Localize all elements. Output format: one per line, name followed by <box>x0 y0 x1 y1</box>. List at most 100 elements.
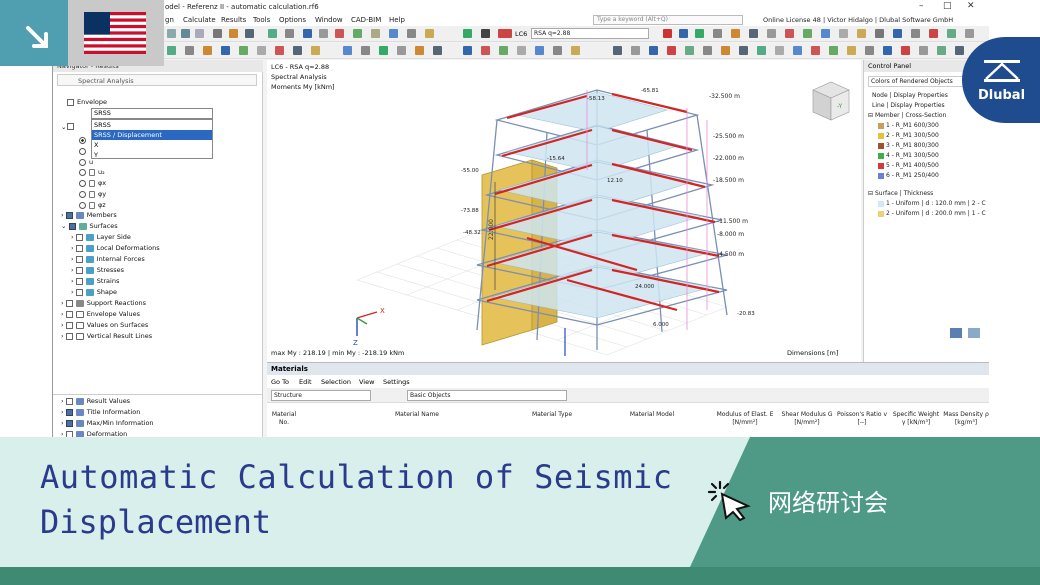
tool-icon[interactable] <box>397 46 406 55</box>
checkbox[interactable] <box>75 266 83 274</box>
chevron-right-icon[interactable]: › <box>71 288 74 296</box>
menu-item-results[interactable]: Results <box>221 16 246 24</box>
chevron-down-icon[interactable]: ⌄ <box>61 222 66 230</box>
radio-button[interactable] <box>79 179 86 187</box>
legend-item[interactable]: 3 - R_M1 800/300 <box>878 142 939 149</box>
checkbox[interactable] <box>75 233 83 241</box>
tool-icon[interactable] <box>535 46 544 55</box>
tool-icon[interactable] <box>667 46 676 55</box>
tool-icon[interactable] <box>775 46 784 55</box>
tool-icon[interactable] <box>293 46 302 55</box>
tool-icon[interactable] <box>631 46 640 55</box>
menu-item-help[interactable]: Help <box>389 16 405 24</box>
panel-settings-icon[interactable] <box>950 328 962 338</box>
dropdown-option[interactable]: SRSS <box>92 120 212 130</box>
tool-icon[interactable] <box>481 46 490 55</box>
checkbox[interactable] <box>65 310 73 318</box>
chevron-right-icon[interactable]: › <box>61 211 64 219</box>
tool-icon[interactable] <box>703 46 712 55</box>
checkbox[interactable] <box>75 255 83 263</box>
checkbox[interactable] <box>68 222 76 230</box>
tool-icon[interactable] <box>361 46 370 55</box>
menu-settings[interactable]: Settings <box>383 378 410 386</box>
tool-icon[interactable] <box>875 29 884 38</box>
dropdown-option[interactable]: X <box>92 140 212 150</box>
tree-item-envelope-values[interactable]: › Envelope Values <box>61 310 140 318</box>
tool-icon[interactable] <box>463 29 472 38</box>
radio-uz[interactable]: u₂ <box>79 168 105 176</box>
chevron-right-icon[interactable]: › <box>71 233 74 241</box>
legend-item[interactable]: 1 - R_M1 600/300 <box>878 122 939 129</box>
tool-icon[interactable] <box>679 29 688 38</box>
tool-icon[interactable] <box>649 46 658 55</box>
menu-item-tools[interactable]: Tools <box>253 16 270 24</box>
collapse-icon[interactable]: ⊟ <box>868 112 873 119</box>
chevron-right-icon[interactable]: › <box>61 419 64 427</box>
tool-icon[interactable] <box>407 29 416 38</box>
tool-icon[interactable] <box>721 46 730 55</box>
tool-icon[interactable] <box>883 46 892 55</box>
checkbox[interactable] <box>65 408 73 416</box>
minimize-icon[interactable]: – <box>919 1 924 11</box>
tool-icon[interactable] <box>793 46 802 55</box>
chevron-right-icon[interactable]: › <box>61 299 64 307</box>
legend-item[interactable]: 5 - R_M1 400/500 <box>878 162 939 169</box>
expand-icon[interactable]: ⌄ <box>61 123 66 131</box>
member-cross-section[interactable]: ⊟ Member | Cross-Section <box>868 112 946 119</box>
checkbox[interactable] <box>65 397 73 405</box>
tool-icon[interactable] <box>839 29 848 38</box>
legend-item[interactable]: 6 - R_M1 250/400 <box>878 172 939 179</box>
legend-item[interactable]: 4 - R_M1 300/500 <box>878 152 939 159</box>
tree-item-internal-forces[interactable]: › Internal Forces <box>71 255 145 263</box>
tool-icon[interactable] <box>901 46 910 55</box>
chevron-right-icon[interactable]: › <box>71 244 74 252</box>
legend-item[interactable]: 2 - Uniform | d : 200.0 mm | 1 - C <box>878 210 986 217</box>
tool-icon[interactable] <box>911 29 920 38</box>
menu-item-options[interactable]: Options <box>279 16 306 24</box>
menu-selection[interactable]: Selection <box>321 378 351 386</box>
tool-icon[interactable] <box>389 29 398 38</box>
menu-item-window[interactable]: Window <box>315 16 343 24</box>
deformations-toggle[interactable] <box>67 122 77 130</box>
radio-u-ux[interactable] <box>79 136 89 144</box>
tool-icon[interactable] <box>517 46 526 55</box>
envelope-checkbox[interactable]: Envelope <box>67 98 107 106</box>
checkbox[interactable] <box>75 277 83 285</box>
tool-icon[interactable] <box>285 29 294 38</box>
tool-icon[interactable] <box>847 46 856 55</box>
tree-item-shape[interactable]: › Shape <box>71 288 117 296</box>
tool-icon[interactable] <box>425 29 434 38</box>
view-cube[interactable]: -Y <box>807 78 853 124</box>
tool-icon[interactable] <box>829 46 838 55</box>
model-viewport[interactable]: LC6 - RSA q=2.88 Spectral Analysis Momen… <box>267 60 861 362</box>
tree-item-stresses[interactable]: › Stresses <box>71 266 124 274</box>
checkbox[interactable] <box>75 288 83 296</box>
checkbox[interactable] <box>67 98 74 106</box>
tool-icon[interactable] <box>865 46 874 55</box>
tool-icon[interactable] <box>739 46 748 55</box>
tool-icon[interactable] <box>785 29 794 38</box>
tool-icon[interactable] <box>857 29 866 38</box>
tool-icon[interactable] <box>571 46 580 55</box>
combination-rule-select[interactable]: SRSS <box>91 108 213 119</box>
tree-item-result-values[interactable]: › Result Values <box>61 397 130 405</box>
tool-icon[interactable] <box>185 46 194 55</box>
menu-item-calculate[interactable]: Calculate <box>183 16 216 24</box>
tool-icon[interactable] <box>481 29 490 38</box>
tree-item-surfaces[interactable]: ⌄ Surfaces <box>61 222 118 230</box>
tree-item-title-information[interactable]: › Title Information <box>61 408 140 416</box>
tool-icon[interactable] <box>731 29 740 38</box>
chevron-right-icon[interactable]: › <box>71 266 74 274</box>
tree-item-maxmin-information[interactable]: › Max/Min Information <box>61 419 154 427</box>
tool-icon[interactable] <box>947 29 956 38</box>
chevron-right-icon[interactable]: › <box>71 255 74 263</box>
tool-icon[interactable] <box>663 29 672 38</box>
tool-icon[interactable] <box>268 29 277 38</box>
tool-icon[interactable] <box>695 29 704 38</box>
tree-item-values-on-surfaces[interactable]: › Values on Surfaces <box>61 321 148 329</box>
tool-icon[interactable] <box>929 29 938 38</box>
tool-icon[interactable] <box>803 29 812 38</box>
navigator-results-type[interactable]: Spectral Analysis <box>57 74 257 86</box>
tool-icon[interactable] <box>203 46 212 55</box>
chevron-right-icon[interactable]: › <box>71 277 74 285</box>
